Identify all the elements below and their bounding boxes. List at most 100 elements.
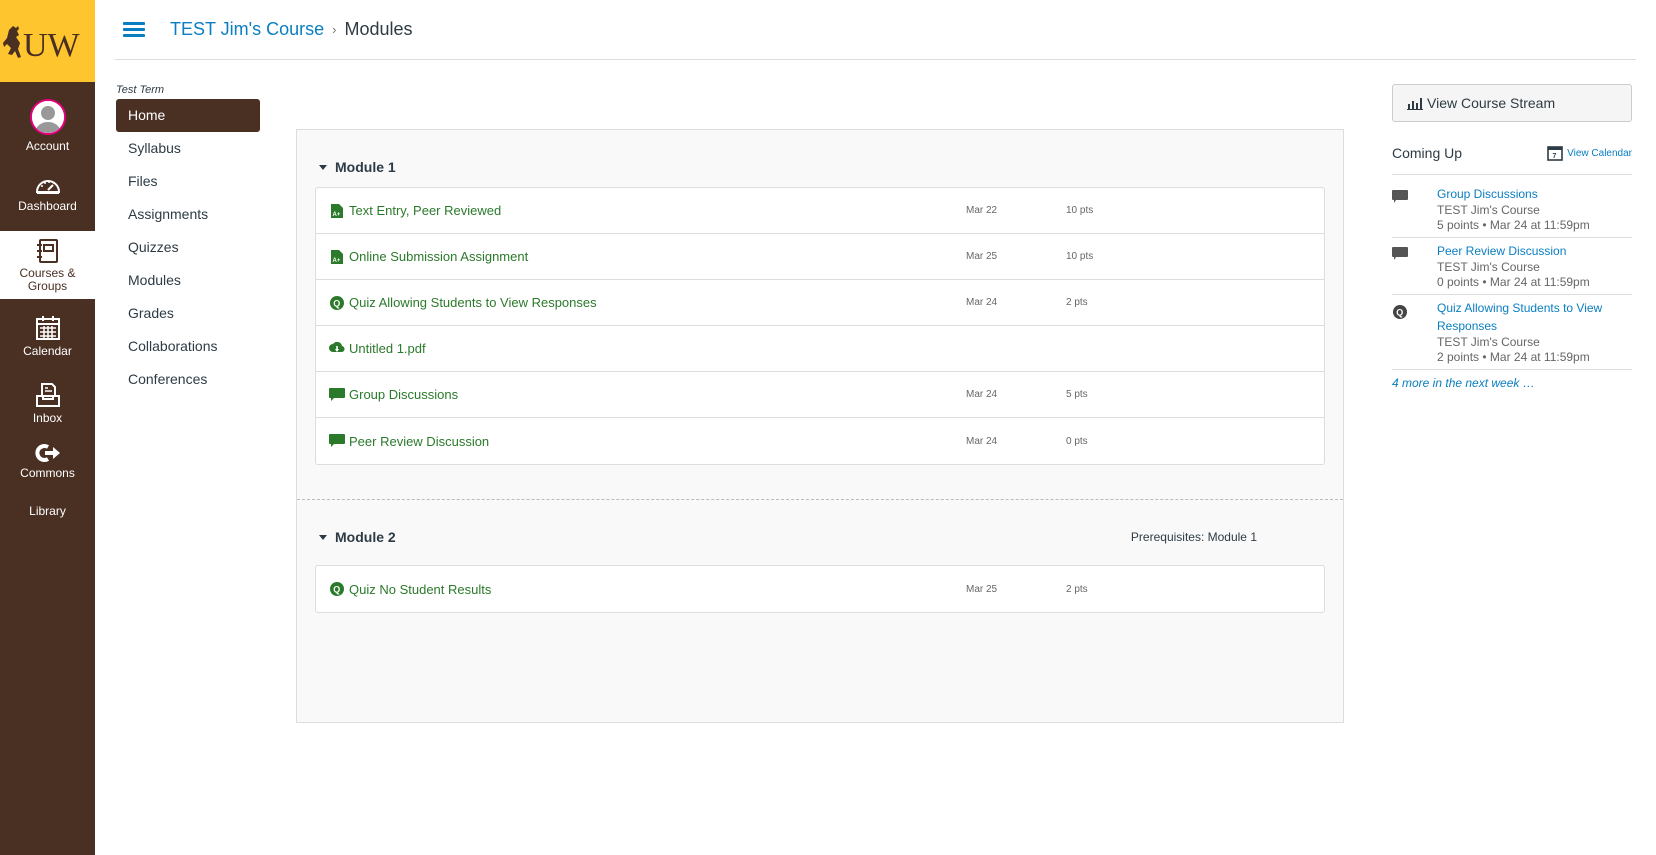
module-item-date: Mar 24 [966, 297, 998, 308]
module-item: Q Quiz Allowing Students to View Respons… [316, 280, 1324, 326]
breadcrumb-course-link[interactable]: TEST Jim's Course [170, 19, 324, 40]
module-title: Module 2 [335, 529, 396, 545]
gnav-account[interactable]: Account [0, 95, 95, 157]
calendar-icon [35, 315, 60, 340]
coming-up-item: Group Discussions TEST Jim's Course 5 po… [1392, 181, 1632, 238]
module-item-points: 0 pts [1066, 435, 1088, 447]
module-item: Q Quiz No Student Results Mar 25 2 pts [316, 566, 1324, 612]
course-nav-grades[interactable]: Grades [116, 297, 260, 330]
gnav-courses[interactable]: Courses & Groups [0, 231, 95, 299]
coming-up-course: TEST Jim's Course [1437, 260, 1540, 274]
course-nav-syllabus[interactable]: Syllabus [116, 132, 260, 165]
calendar-day-icon: 7 [1547, 146, 1563, 161]
course-nav-quizzes[interactable]: Quizzes [116, 231, 260, 264]
module-item-date: Mar 25 [966, 583, 998, 595]
module-item-title[interactable]: Text Entry, Peer Reviewed [349, 203, 501, 218]
discussion-icon [1392, 242, 1437, 290]
svg-text:Q: Q [333, 585, 340, 595]
breadcrumb: TEST Jim's Course › Modules [170, 19, 413, 40]
module-item-title[interactable]: Peer Review Discussion [349, 434, 489, 449]
bar-chart-icon [1407, 98, 1423, 110]
gnav-library-label: Library [29, 504, 66, 518]
gnav-library[interactable]: Library [0, 496, 95, 526]
term-label: Test Term [116, 84, 165, 96]
svg-text:A+: A+ [333, 258, 341, 264]
module-item-title[interactable]: Untitled 1.pdf [349, 341, 426, 356]
coming-up-title-link[interactable]: Group Discussions [1437, 185, 1590, 203]
module-1: Module 1 A+ Text Entry, Peer Reviewed Ma… [297, 130, 1343, 465]
gnav-courses-label: Courses & Groups [19, 265, 76, 293]
module-title: Module 1 [335, 159, 396, 175]
gnav-calendar[interactable]: Calendar [0, 305, 95, 367]
discussion-icon [329, 433, 345, 449]
course-nav-collaborations[interactable]: Collaborations [116, 330, 260, 363]
modules-container: Module 1 A+ Text Entry, Peer Reviewed Ma… [296, 129, 1344, 723]
gnav-dashboard[interactable]: Dashboard [0, 163, 95, 223]
course-nav: Test Term Home Syllabus Files Assignment… [116, 84, 260, 396]
collapse-caret-icon[interactable] [319, 534, 327, 540]
cloud-download-icon [329, 341, 345, 357]
module-item-title[interactable]: Group Discussions [349, 387, 458, 402]
course-nav-home[interactable]: Home [116, 99, 260, 132]
module-item: A+ Text Entry, Peer Reviewed Mar 22 10 p… [316, 188, 1324, 234]
coming-up-course: TEST Jim's Course [1437, 335, 1540, 349]
module-item-points: 10 pts [1066, 251, 1094, 262]
assignment-icon: A+ [329, 203, 345, 219]
commons-icon [34, 443, 60, 462]
module-header[interactable]: Module 1 [315, 147, 1325, 187]
inbox-icon [35, 382, 60, 407]
module-item: Group Discussions Mar 24 5 pts [316, 372, 1324, 418]
uw-logo[interactable]: UW [0, 0, 95, 82]
module-items: Q Quiz No Student Results Mar 25 2 pts [315, 565, 1325, 613]
module-item-date: Mar 24 [966, 389, 998, 400]
gnav-commons[interactable]: Commons [0, 433, 95, 489]
collapse-caret-icon[interactable] [319, 164, 327, 170]
coming-up-item: Peer Review Discussion TEST Jim's Course… [1392, 238, 1632, 295]
gnav-calendar-label: Calendar [23, 343, 72, 358]
coming-up-title-link[interactable]: Quiz Allowing Students to View Responses [1437, 299, 1617, 335]
course-nav-files[interactable]: Files [116, 165, 260, 198]
avatar-icon [29, 99, 66, 135]
coming-up-details: 5 points • Mar 24 at 11:59pm [1437, 218, 1590, 232]
svg-text:Q: Q [333, 298, 340, 308]
discussion-icon [329, 387, 345, 403]
coming-up-item: Q Quiz Allowing Students to View Respons… [1392, 295, 1632, 370]
more-coming-up-link[interactable]: 4 more in the next week … [1392, 376, 1632, 390]
dashboard-icon [35, 179, 60, 194]
module-item-points: 2 pts [1066, 297, 1088, 308]
gnav-commons-label: Commons [20, 465, 75, 480]
svg-text:UW: UW [23, 27, 81, 64]
view-calendar-link[interactable]: 7 View Calendar [1547, 145, 1632, 161]
coming-up-course: TEST Jim's Course [1437, 203, 1540, 217]
module-header[interactable]: Module 2 Prerequisites: Module 1 [315, 517, 1325, 557]
module-item-title[interactable]: Quiz Allowing Students to View Responses [349, 295, 597, 310]
top-bar: TEST Jim's Course › Modules [115, 0, 1636, 60]
module-item-title[interactable]: Quiz No Student Results [349, 582, 491, 597]
quiz-icon: Q [1392, 299, 1437, 365]
course-nav-modules[interactable]: Modules [116, 264, 260, 297]
bucking-horse-logo-icon: UW [2, 26, 81, 64]
module-2: Module 2 Prerequisites: Module 1 Q Quiz … [297, 500, 1343, 613]
global-nav: UW Account Dashboard Courses & Groups Ca… [0, 0, 95, 855]
module-item: A+ Online Submission Assignment Mar 25 1… [316, 234, 1324, 280]
gnav-inbox-label: Inbox [32, 410, 63, 425]
svg-text:7: 7 [1553, 153, 1557, 160]
coming-up-title: Coming Up [1392, 145, 1463, 161]
quiz-icon: Q [329, 295, 345, 311]
coming-up-title-link[interactable]: Peer Review Discussion [1437, 242, 1590, 260]
module-item-date: Mar 24 [966, 435, 998, 447]
svg-text:A+: A+ [333, 212, 341, 218]
coming-up-details: 0 points • Mar 24 at 11:59pm [1437, 275, 1590, 289]
module-item-title[interactable]: Online Submission Assignment [349, 249, 528, 264]
view-course-stream-button[interactable]: View Course Stream [1392, 84, 1632, 122]
module-item-date: Mar 25 [966, 251, 998, 262]
hamburger-menu-icon[interactable] [123, 19, 145, 40]
breadcrumb-separator: › [332, 22, 337, 37]
gnav-dashboard-label: Dashboard [18, 198, 77, 213]
course-nav-conferences[interactable]: Conferences [116, 363, 260, 396]
module-items: A+ Text Entry, Peer Reviewed Mar 22 10 p… [315, 187, 1325, 465]
module-item-points: 2 pts [1066, 583, 1088, 595]
gnav-inbox[interactable]: Inbox [0, 373, 95, 433]
course-nav-assignments[interactable]: Assignments [116, 198, 260, 231]
gnav-account-label: Account [25, 139, 70, 153]
